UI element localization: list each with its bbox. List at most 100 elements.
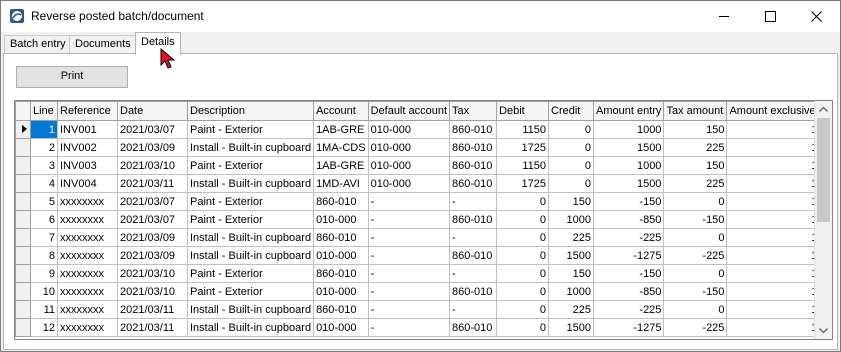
table-cell[interactable]: 1 — [726, 282, 821, 301]
column-header[interactable]: Line — [30, 101, 58, 121]
table-cell[interactable]: 1MA-CDS — [313, 138, 369, 157]
row-selector[interactable] — [15, 264, 31, 283]
table-cell[interactable]: 860-010 — [449, 138, 498, 157]
table-cell[interactable]: -150 — [663, 282, 728, 301]
table-cell[interactable]: -1275 — [593, 318, 665, 337]
table-cell[interactable]: 1000 — [593, 120, 665, 139]
table-row[interactable]: 2 INV002 2021/03/09 Install - Built-in cupb… — [15, 138, 821, 157]
table-cell[interactable]: xxxxxxxx — [57, 246, 118, 265]
table-cell[interactable]: 1725 — [496, 174, 550, 193]
column-header[interactable]: Amount exclusive — [726, 101, 821, 121]
table-cell[interactable]: Paint - Exterior — [186, 156, 315, 175]
table-cell[interactable]: 860-010 — [313, 264, 369, 283]
table-cell[interactable]: 1500 — [548, 318, 595, 337]
table-cell[interactable]: 1AB-GRE — [313, 120, 369, 139]
scroll-down-button[interactable] — [815, 322, 832, 339]
table-cell[interactable]: Install - Built-in cupboard — [186, 318, 315, 337]
table-cell[interactable]: xxxxxxxx — [57, 300, 118, 319]
table-cell[interactable]: 860-010 — [313, 300, 369, 319]
row-selector[interactable] — [15, 228, 31, 247]
table-cell[interactable]: 5 — [30, 192, 58, 211]
table-cell[interactable]: 2021/03/11 — [117, 318, 188, 337]
table-cell[interactable]: 860-010 — [449, 282, 498, 301]
table-row[interactable]: 8 xxxxxxxx 2021/03/09 Install - Built-in cu… — [15, 246, 821, 265]
table-cell[interactable]: -225 — [663, 318, 728, 337]
column-header[interactable]: Description — [186, 101, 315, 121]
table-cell[interactable]: 860-010 — [313, 228, 369, 247]
table-cell[interactable]: 0 — [496, 246, 550, 265]
table-cell[interactable]: 1 — [726, 210, 821, 229]
table-cell[interactable]: 1500 — [593, 174, 665, 193]
table-cell[interactable]: 2021/03/10 — [117, 282, 188, 301]
tab-documents[interactable]: Documents — [69, 35, 137, 54]
column-header[interactable]: Reference — [57, 101, 118, 121]
column-header[interactable]: Tax — [449, 101, 498, 121]
table-row[interactable]: 10 xxxxxxxx 2021/03/10 Paint - Exterior 010-… — [15, 282, 821, 301]
table-cell[interactable]: 860-010 — [449, 156, 498, 175]
table-row[interactable]: 1 INV001 2021/03/07 Paint - Exterior 1AB-GRE… — [15, 120, 821, 139]
table-cell[interactable]: - — [449, 192, 498, 211]
table-cell[interactable]: - — [367, 300, 451, 319]
table-cell[interactable]: 860-010 — [449, 246, 498, 265]
table-cell[interactable]: 1500 — [593, 138, 665, 157]
table-cell[interactable]: -850 — [593, 282, 665, 301]
table-cell[interactable]: 4 — [30, 174, 58, 193]
table-cell[interactable]: 1 — [726, 138, 821, 157]
table-cell[interactable]: 860-010 — [449, 318, 498, 337]
table-cell[interactable]: - — [449, 228, 498, 247]
table-cell[interactable]: INV003 — [57, 156, 118, 175]
table-cell[interactable]: INV004 — [57, 174, 118, 193]
table-cell[interactable]: 1 — [726, 156, 821, 175]
table-row[interactable]: 6 xxxxxxxx 2021/03/07 Paint - Exterior 010-0… — [15, 210, 821, 229]
table-cell[interactable]: INV001 — [57, 120, 118, 139]
table-cell[interactable]: - — [449, 300, 498, 319]
table-row[interactable]: 12 xxxxxxxx 2021/03/11 Install - Built-in c… — [15, 318, 821, 337]
table-cell[interactable]: 11 — [30, 300, 58, 319]
table-cell[interactable]: Install - Built-in cupboard — [186, 228, 315, 247]
table-cell[interactable]: - — [367, 318, 451, 337]
table-cell[interactable]: xxxxxxxx — [57, 192, 118, 211]
table-cell[interactable]: -225 — [593, 300, 665, 319]
table-cell[interactable]: 225 — [663, 138, 728, 157]
table-cell[interactable]: 2021/03/09 — [117, 228, 188, 247]
print-button[interactable]: Print — [16, 66, 128, 88]
table-row[interactable]: 3 INV003 2021/03/10 Paint - Exterior 1AB-GRE… — [15, 156, 821, 175]
table-cell[interactable]: 12 — [30, 318, 58, 337]
table-cell[interactable]: 1150 — [496, 156, 550, 175]
table-cell[interactable]: 0 — [496, 300, 550, 319]
table-cell[interactable]: 2021/03/07 — [117, 210, 188, 229]
details-grid[interactable]: Line Reference Date Description Account Defau… — [14, 100, 833, 340]
table-cell[interactable]: Install - Built-in cupboard — [186, 246, 315, 265]
table-cell[interactable]: 225 — [548, 300, 595, 319]
table-cell[interactable]: 225 — [663, 174, 728, 193]
table-cell[interactable]: 2021/03/10 — [117, 264, 188, 283]
table-cell[interactable]: -150 — [593, 264, 665, 283]
tab-batch-entry[interactable]: Batch entry — [4, 35, 72, 54]
table-cell[interactable]: 0 — [548, 138, 595, 157]
table-cell[interactable]: 860-010 — [449, 210, 498, 229]
table-cell[interactable]: 0 — [496, 228, 550, 247]
table-cell[interactable]: 010-000 — [313, 246, 369, 265]
maximize-button[interactable] — [747, 1, 793, 32]
table-cell[interactable]: Install - Built-in cupboard — [186, 300, 315, 319]
table-cell[interactable]: 1 — [726, 264, 821, 283]
table-cell[interactable]: 010-000 — [313, 282, 369, 301]
table-cell[interactable]: xxxxxxxx — [57, 282, 118, 301]
table-cell[interactable]: 150 — [663, 120, 728, 139]
table-cell[interactable]: 1 — [726, 174, 821, 193]
table-cell[interactable]: 0 — [663, 300, 728, 319]
table-cell[interactable]: Paint - Exterior — [186, 264, 315, 283]
table-cell[interactable]: 010-000 — [367, 174, 451, 193]
table-cell[interactable]: 1500 — [548, 246, 595, 265]
table-cell[interactable]: 1000 — [593, 156, 665, 175]
table-cell[interactable]: 1 — [726, 228, 821, 247]
row-selector[interactable] — [15, 246, 31, 265]
table-cell[interactable]: 860-010 — [449, 174, 498, 193]
vertical-scrollbar[interactable] — [814, 101, 832, 339]
close-button[interactable] — [793, 1, 839, 32]
table-cell[interactable]: - — [367, 282, 451, 301]
table-cell[interactable]: INV002 — [57, 138, 118, 157]
table-cell[interactable]: 150 — [548, 192, 595, 211]
table-cell[interactable]: 2021/03/09 — [117, 138, 188, 157]
table-cell[interactable]: 1 — [726, 192, 821, 211]
